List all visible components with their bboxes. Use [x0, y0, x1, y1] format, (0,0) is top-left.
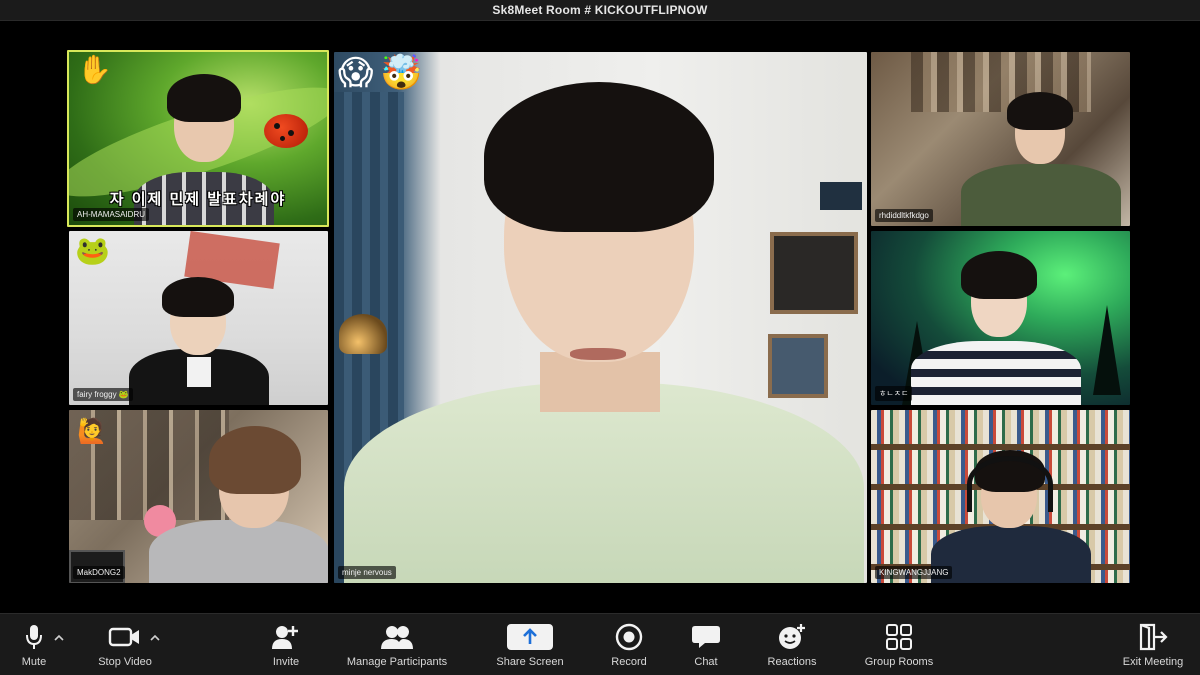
person-raising-hand-icon: 🙋: [77, 418, 107, 445]
video-options-chevron-icon[interactable]: [150, 630, 160, 641]
record-icon: [615, 622, 643, 652]
caption-text: 자 이제 민제 발표차례야: [109, 191, 287, 208]
raise-hand-reaction-icon: ✋: [77, 54, 112, 85]
frog-book-icon: 🐸: [75, 235, 110, 266]
group-rooms-icon: [885, 622, 913, 652]
video-tile-minje-nervous[interactable]: 😱 🤯 minje nervous: [334, 52, 867, 583]
participant-name: rhdiddltkfkdgo: [875, 209, 933, 222]
video-tile-ah-mamasaidru[interactable]: ✋ 자 이제 민제 발표차례야 AH-MAMASAIDRU: [67, 50, 329, 227]
participant-video: [931, 440, 1091, 583]
add-user-icon: [271, 622, 301, 652]
participant-video: [911, 239, 1081, 405]
mute-button[interactable]: Mute: [14, 622, 54, 668]
exploding-head-icon: 🤯: [380, 54, 423, 92]
participants-icon: [380, 622, 414, 652]
chat-bubble-icon: [691, 622, 721, 652]
video-tile-fairy-froggy[interactable]: 🐸 fairy froggy 🐸: [69, 231, 328, 405]
manage-participants-button[interactable]: Manage Participants: [343, 622, 451, 668]
audio-options-chevron-icon[interactable]: [54, 630, 64, 641]
window-title: Sk8Meet Room # KICKOUTFLIPNOW: [0, 0, 1200, 21]
screaming-face-icon: 😱: [338, 54, 374, 92]
exit-meeting-button[interactable]: Exit Meeting: [1120, 622, 1186, 668]
exit-icon: [1138, 622, 1168, 652]
reactions-button[interactable]: Reactions: [764, 622, 820, 668]
video-camera-icon: [108, 622, 142, 652]
reactions-icon: [777, 622, 807, 652]
participant-name: ㅎㄴㅈㄷ: [875, 386, 913, 401]
participant-name: MakDONG2: [73, 566, 125, 579]
share-screen-icon: [507, 624, 553, 650]
share-screen-button[interactable]: Share Screen: [494, 622, 566, 668]
video-gallery: ✋ 자 이제 민제 발표차례야 AH-MAMASAIDRU 🐸 fairy fr…: [0, 21, 1200, 613]
video-tile-makdong2[interactable]: 🙋 MakDONG2: [69, 410, 328, 583]
tree-silhouette: [1093, 305, 1121, 395]
group-rooms-button[interactable]: Group Rooms: [862, 622, 936, 668]
invite-button[interactable]: Invite: [266, 622, 306, 668]
stop-video-button[interactable]: Stop Video: [94, 622, 156, 668]
participant-video: [961, 82, 1121, 226]
video-tile-participant-6[interactable]: ㅎㄴㅈㄷ: [871, 231, 1130, 405]
participant-name: KINGWANGJJANG: [875, 566, 953, 579]
participant-video: [334, 52, 867, 583]
participant-video: [149, 420, 328, 583]
video-tile-kingwangjjang[interactable]: KINGWANGJJANG: [871, 410, 1130, 583]
video-tile-rhdiddltkfkdgo[interactable]: rhdiddltkfkdgo: [871, 52, 1130, 226]
chat-button[interactable]: Chat: [688, 622, 724, 668]
meeting-toolbar: Mute Stop Video Invite Manage Participan…: [0, 613, 1200, 675]
participant-name: fairy froggy 🐸: [73, 388, 133, 401]
participant-name: AH-MAMASAIDRU: [73, 208, 150, 221]
record-button[interactable]: Record: [608, 622, 650, 668]
participant-video: [124, 271, 274, 405]
microphone-icon: [24, 622, 44, 652]
participant-name: minje nervous: [338, 566, 396, 579]
headphones: [967, 456, 1053, 512]
